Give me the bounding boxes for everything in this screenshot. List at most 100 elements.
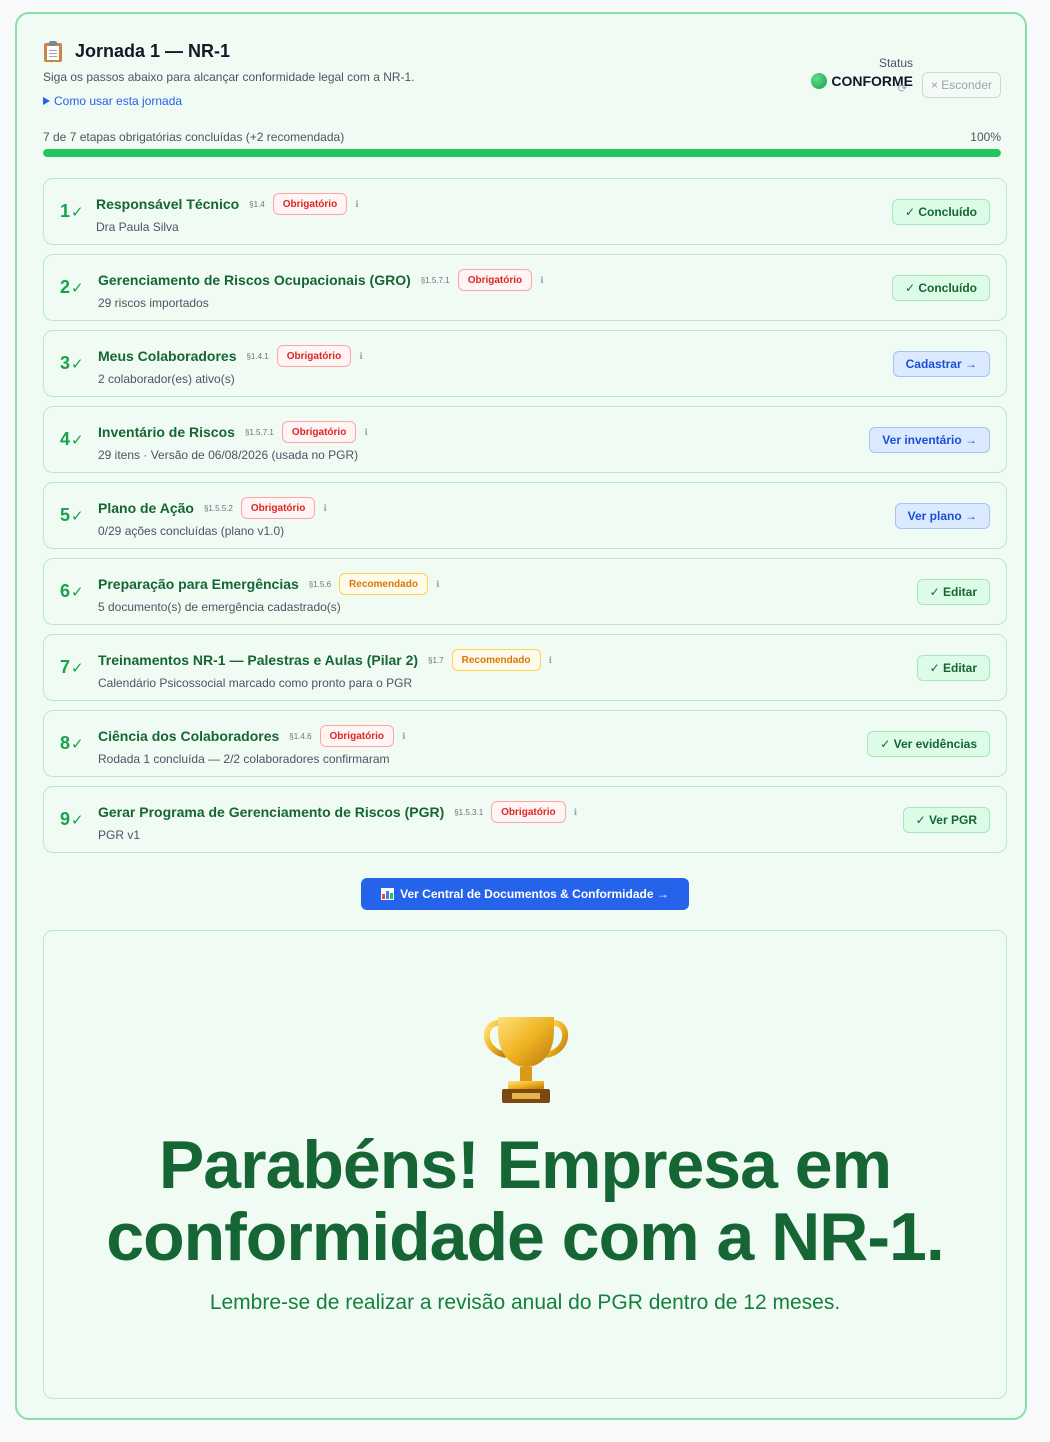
step-number-text: 5 bbox=[60, 505, 71, 525]
step-header: Gerenciamento de Riscos Ocupacionais (GR… bbox=[98, 269, 544, 291]
step-number-text: 3 bbox=[60, 353, 71, 373]
step-title: Inventário de Riscos bbox=[98, 424, 235, 440]
step-tag: Recomendado bbox=[339, 573, 428, 595]
step-title: Treinamentos NR-1 — Palestras e Aulas (P… bbox=[98, 652, 419, 668]
step-number: 8 ✓ bbox=[60, 733, 84, 754]
step-body: Gerenciamento de Riscos Ocupacionais (GR… bbox=[98, 269, 544, 310]
green-circle-icon bbox=[811, 73, 828, 89]
step-action-button[interactable]: ✓ Editar bbox=[916, 579, 990, 605]
progress-text: 7 de 7 etapas obrigatórias concluídas (+… bbox=[43, 130, 345, 144]
step-title: Gerar Programa de Gerenciamento de Risco… bbox=[98, 804, 445, 820]
step-action-button[interactable]: ✓ Concluído bbox=[891, 199, 990, 225]
step-tag: Obrigatório bbox=[457, 269, 533, 291]
step-number-text: 7 bbox=[60, 657, 71, 677]
howto-toggle[interactable]: Como usar esta jornada bbox=[43, 94, 999, 108]
step-section: §1.7 bbox=[428, 655, 444, 665]
step-section: §1.4.1 bbox=[246, 351, 269, 361]
play-triangle-icon bbox=[43, 97, 50, 105]
step-action-button[interactable]: Ver plano → bbox=[894, 503, 990, 529]
step-tag: Obrigatório bbox=[491, 801, 566, 823]
info-icon[interactable]: ℹ bbox=[355, 199, 358, 210]
checkmark-icon: ✓ bbox=[71, 812, 84, 829]
step-title: Preparação para Emergências bbox=[98, 576, 299, 592]
step-number-text: 8 bbox=[60, 733, 71, 753]
step-action-button[interactable]: ✓ Editar bbox=[916, 655, 990, 681]
step-description: 2 colaborador(es) ativo(s) bbox=[98, 372, 235, 386]
step-body: Plano de Ação §1.5.5.2 Obrigatório ℹ 0/29 aç… bbox=[98, 497, 327, 538]
checkmark-icon: ✓ bbox=[71, 660, 84, 677]
step-section: §1.5.6 bbox=[308, 579, 332, 589]
checkmark-icon: ✓ bbox=[71, 204, 84, 221]
step-row: 6 ✓ Preparação para Emergências §1.5.6 Recom… bbox=[43, 558, 1007, 625]
step-section: §1.5.5.2 bbox=[203, 503, 233, 513]
step-header: Responsável Técnico §1.4 Obrigatório ℹ bbox=[96, 193, 359, 215]
step-number: 6 ✓ bbox=[60, 581, 84, 602]
step-section: §1.5.7.1 bbox=[244, 427, 274, 437]
step-number: 3 ✓ bbox=[60, 353, 84, 374]
progress-row: 7 de 7 etapas obrigatórias concluídas (+… bbox=[43, 130, 1001, 144]
step-section: §1.4 bbox=[249, 199, 265, 209]
step-description: Dra Paula Silva bbox=[96, 220, 179, 234]
step-header: Gerar Programa de Gerenciamento de Risco… bbox=[98, 801, 577, 823]
step-title: Gerenciamento de Riscos Ocupacionais (GR… bbox=[98, 272, 411, 288]
info-icon[interactable]: ℹ bbox=[323, 503, 326, 514]
step-number: 7 ✓ bbox=[60, 657, 84, 678]
documents-center-label: Ver Central de Documentos & Conformidade… bbox=[400, 887, 669, 901]
step-description: Calendário Psicossocial marcado como pro… bbox=[98, 676, 413, 690]
trophy-icon bbox=[483, 1017, 569, 1103]
step-header: Meus Colaboradores §1.4.1 Obrigatório ℹ bbox=[98, 345, 363, 367]
step-row: 5 ✓ Plano de Ação §1.5.5.2 Obrigatório ℹ 0/29 … bbox=[43, 482, 1007, 549]
step-title: Plano de Ação bbox=[98, 500, 194, 516]
info-icon[interactable]: ℹ bbox=[359, 351, 362, 362]
step-body: Meus Colaboradores §1.4.1 Obrigatório ℹ 2 co… bbox=[98, 345, 363, 386]
howto-label: Como usar esta jornada bbox=[54, 94, 183, 108]
page-title: Jornada 1 — NR-1 bbox=[75, 40, 231, 61]
step-body: Inventário de Riscos §1.5.7.1 Obrigatório ℹ… bbox=[98, 421, 368, 462]
step-body: Treinamentos NR-1 — Palestras e Aulas (P… bbox=[98, 649, 552, 690]
step-action-button[interactable]: ✓ Concluído bbox=[891, 275, 990, 301]
journey-card: Jornada 1 — NR-1 Siga os passos abaixo p… bbox=[15, 12, 1027, 1420]
step-row: 1 ✓ Responsável Técnico §1.4 Obrigatório ℹ Dra… bbox=[43, 178, 1007, 245]
refresh-icon[interactable]: ⟳ bbox=[898, 82, 907, 95]
step-number-text: 1 bbox=[60, 201, 71, 221]
step-row: 3 ✓ Meus Colaboradores §1.4.1 Obrigatório ℹ 2 … bbox=[43, 330, 1007, 397]
info-icon[interactable]: ℹ bbox=[540, 275, 543, 286]
step-header: Preparação para Emergências §1.5.6 Recomen… bbox=[98, 573, 439, 595]
step-row: 7 ✓ Treinamentos NR-1 — Palestras e Aulas … bbox=[43, 634, 1007, 701]
documents-center-button[interactable]: Ver Central de Documentos & Conformidade… bbox=[361, 878, 689, 910]
step-number: 9 ✓ bbox=[60, 809, 84, 830]
congrats-panel: Parabéns! Empresa em conformidade com a … bbox=[43, 930, 1007, 1399]
info-icon[interactable]: ℹ bbox=[549, 655, 552, 666]
step-action-button[interactable]: ✓ Ver PGR bbox=[902, 807, 990, 833]
step-title: Responsável Técnico bbox=[96, 196, 240, 212]
info-icon[interactable]: ℹ bbox=[436, 579, 439, 590]
step-number-text: 2 bbox=[60, 277, 71, 297]
congrats-subtitle: Lembre-se de realizar a revisão anual do… bbox=[209, 1291, 841, 1314]
info-icon[interactable]: ℹ bbox=[402, 731, 405, 742]
hide-button[interactable]: × Esconder bbox=[921, 72, 1001, 98]
step-header: Inventário de Riscos §1.5.7.1 Obrigatório ℹ bbox=[98, 421, 368, 443]
step-description: 5 documento(s) de emergência cadastrado(… bbox=[98, 600, 341, 614]
step-description: Rodada 1 concluída — 2/2 colaboradores c… bbox=[98, 752, 390, 766]
step-action-button[interactable]: Ver inventário → bbox=[869, 427, 990, 453]
step-number-text: 4 bbox=[60, 429, 71, 449]
step-tag: Obrigatório bbox=[281, 421, 357, 443]
step-tag: Recomendado bbox=[451, 649, 541, 671]
step-section: §1.4.6 bbox=[289, 731, 312, 741]
step-row: 9 ✓ Gerar Programa de Gerenciamento de Ris… bbox=[43, 786, 1007, 853]
congrats-title: Parabéns! Empresa em conformidade com a … bbox=[106, 1127, 945, 1275]
step-number: 4 ✓ bbox=[60, 429, 84, 450]
info-icon[interactable]: ℹ bbox=[364, 427, 367, 438]
clipboard-icon bbox=[43, 40, 63, 62]
step-action-button[interactable]: Cadastrar → bbox=[892, 351, 990, 377]
checkmark-icon: ✓ bbox=[71, 356, 84, 373]
step-description: 0/29 ações concluídas (plano v1.0) bbox=[98, 524, 285, 538]
step-tag: Obrigatório bbox=[272, 193, 348, 215]
step-section: §1.5.3.1 bbox=[454, 807, 484, 817]
step-number: 1 ✓ bbox=[60, 201, 84, 222]
info-icon[interactable]: ℹ bbox=[574, 807, 577, 818]
step-tag: Obrigatório bbox=[240, 497, 316, 519]
step-number-text: 9 bbox=[60, 809, 71, 829]
step-body: Responsável Técnico §1.4 Obrigatório ℹ Dra P… bbox=[96, 193, 359, 234]
step-action-button[interactable]: ✓ Ver evidências bbox=[867, 731, 990, 757]
